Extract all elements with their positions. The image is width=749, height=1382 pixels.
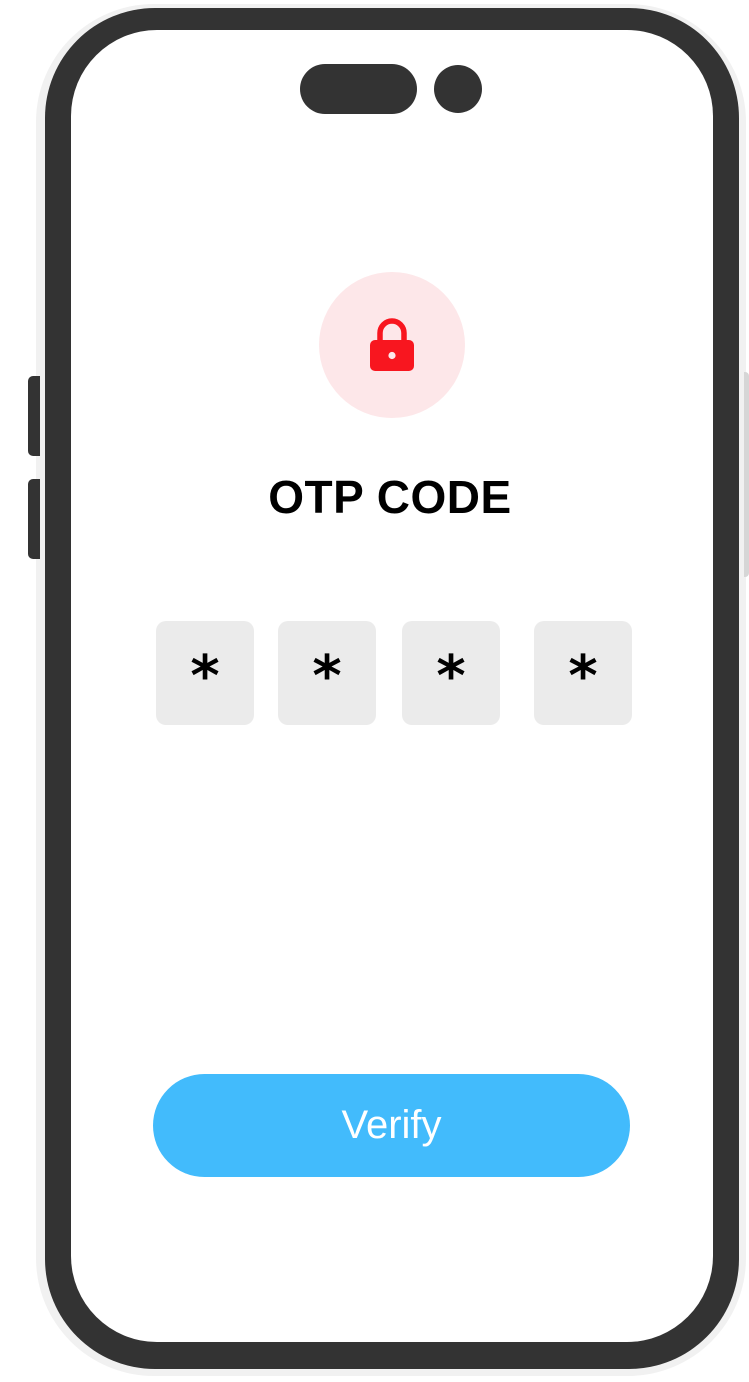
otp-digit-3[interactable]: *: [402, 621, 500, 725]
lock-badge: [319, 272, 465, 418]
volume-down-button: [28, 479, 40, 559]
volume-up-button: [28, 376, 40, 456]
page-title: OTP CODE: [268, 471, 512, 523]
otp-digit-2[interactable]: *: [278, 621, 376, 725]
otp-digit-1[interactable]: *: [156, 621, 254, 725]
lock-icon: [370, 318, 414, 371]
device-mockup: OTP CODE * * * * Verify: [0, 0, 749, 1382]
otp-digit-4[interactable]: *: [534, 621, 632, 725]
dynamic-island: [300, 64, 417, 114]
front-camera: [434, 65, 482, 113]
power-button: [744, 372, 749, 577]
verify-button[interactable]: Verify: [153, 1074, 630, 1177]
